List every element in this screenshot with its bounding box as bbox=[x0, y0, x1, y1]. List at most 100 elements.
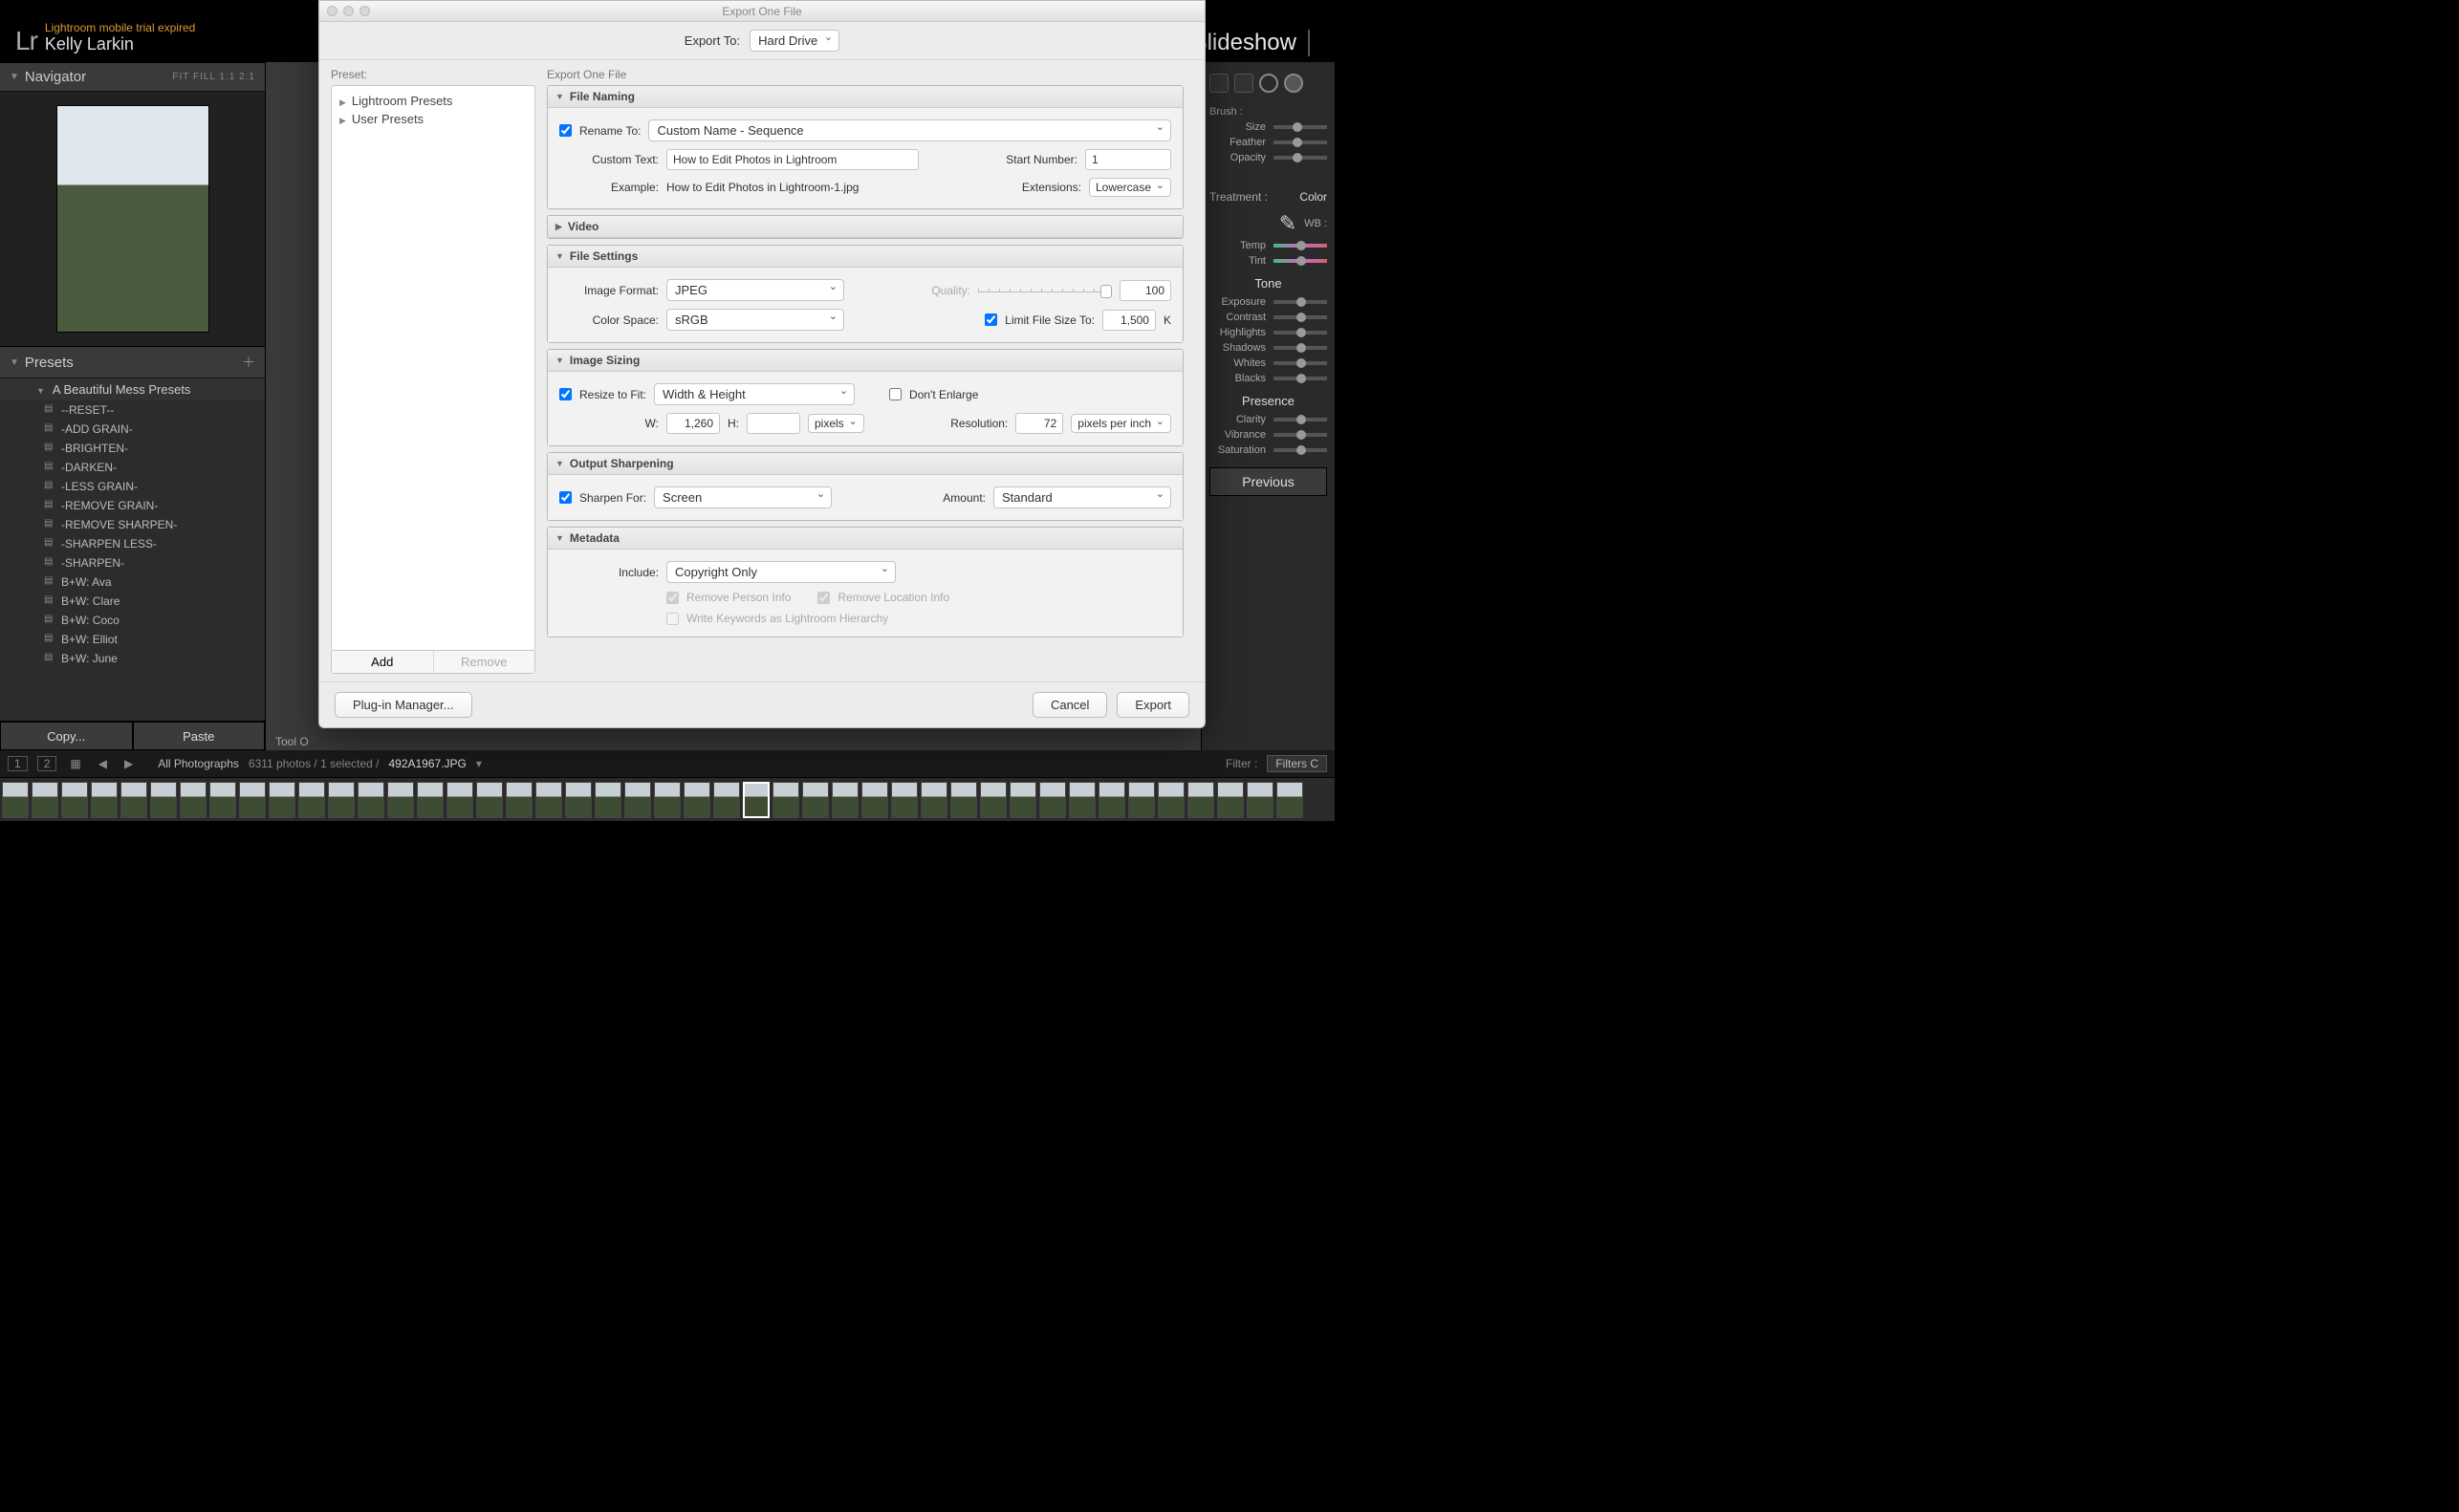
navigator-disclosure-icon[interactable]: ▼ bbox=[10, 72, 19, 82]
quality-slider[interactable] bbox=[978, 289, 1112, 292]
preset-tree[interactable]: Lightroom Presets User Presets bbox=[331, 85, 535, 651]
amount-select[interactable]: Standard bbox=[993, 486, 1171, 508]
collection-label[interactable]: All Photographs bbox=[158, 757, 239, 770]
size-slider[interactable]: Size bbox=[1209, 119, 1327, 135]
previous-button[interactable]: Previous bbox=[1209, 467, 1327, 496]
width-input[interactable] bbox=[666, 413, 720, 434]
add-preset-icon[interactable]: ＋ bbox=[242, 353, 255, 372]
filmstrip-thumb[interactable] bbox=[269, 782, 295, 818]
filters-button[interactable]: Filters C bbox=[1267, 755, 1327, 772]
filmstrip[interactable] bbox=[0, 777, 1335, 821]
file-naming-header[interactable]: ▼File Naming bbox=[548, 86, 1183, 108]
filmstrip-thumb[interactable] bbox=[654, 782, 681, 818]
preset-item[interactable]: --RESET-- bbox=[0, 400, 265, 420]
video-header[interactable]: ▶Video bbox=[548, 216, 1183, 238]
presets-disclosure-icon[interactable]: ▼ bbox=[10, 357, 19, 368]
preset-list[interactable]: --RESET-- -ADD GRAIN- -BRIGHTEN- -DARKEN… bbox=[0, 400, 265, 721]
filmstrip-thumb[interactable] bbox=[446, 782, 473, 818]
settings-scroll[interactable]: ▼File Naming Rename To: Custom Name - Se… bbox=[547, 85, 1193, 674]
filmstrip-thumb[interactable] bbox=[624, 782, 651, 818]
filmstrip-thumb[interactable] bbox=[1217, 782, 1244, 818]
export-to-select[interactable]: Hard Drive bbox=[750, 30, 839, 52]
paste-button[interactable]: Paste bbox=[133, 722, 266, 750]
filmstrip-thumb[interactable] bbox=[1128, 782, 1155, 818]
filmstrip-thumb[interactable] bbox=[980, 782, 1007, 818]
resolution-unit-select[interactable]: pixels per inch bbox=[1071, 414, 1171, 433]
plugin-manager-button[interactable]: Plug-in Manager... bbox=[335, 692, 472, 718]
preset-item[interactable]: -ADD GRAIN- bbox=[0, 420, 265, 439]
filmstrip-thumb[interactable] bbox=[180, 782, 207, 818]
preset-item[interactable]: B+W: June bbox=[0, 649, 265, 668]
filmstrip-thumb[interactable] bbox=[239, 782, 266, 818]
crop-tool-icon[interactable] bbox=[1209, 74, 1229, 93]
filmstrip-thumb[interactable] bbox=[209, 782, 236, 818]
metadata-header[interactable]: ▼Metadata bbox=[548, 528, 1183, 550]
preset-item[interactable]: -BRIGHTEN- bbox=[0, 439, 265, 458]
filmstrip-thumb[interactable] bbox=[298, 782, 325, 818]
filmstrip-thumb[interactable] bbox=[1069, 782, 1096, 818]
filmstrip-thumb[interactable] bbox=[565, 782, 592, 818]
blacks-slider[interactable]: Blacks bbox=[1209, 371, 1327, 386]
filmstrip-thumb[interactable] bbox=[1039, 782, 1066, 818]
sharpen-for-checkbox[interactable] bbox=[559, 491, 572, 504]
rename-to-checkbox[interactable] bbox=[559, 124, 572, 137]
feather-slider[interactable]: Feather bbox=[1209, 135, 1327, 150]
preset-item[interactable]: -REMOVE GRAIN- bbox=[0, 496, 265, 515]
filmstrip-thumb[interactable] bbox=[1247, 782, 1273, 818]
filmstrip-thumb[interactable] bbox=[91, 782, 118, 818]
preset-folder[interactable]: A Beautiful Mess Presets bbox=[0, 378, 265, 400]
filmstrip-thumb[interactable] bbox=[328, 782, 355, 818]
treatment-value[interactable]: Color bbox=[1299, 190, 1327, 204]
color-space-select[interactable]: sRGB bbox=[666, 309, 844, 331]
filmstrip-thumb[interactable] bbox=[1099, 782, 1125, 818]
filmstrip-thumb[interactable] bbox=[595, 782, 621, 818]
screen-1-button[interactable]: 1 bbox=[8, 756, 28, 771]
filmstrip-thumb[interactable] bbox=[120, 782, 147, 818]
filmstrip-thumb[interactable] bbox=[713, 782, 740, 818]
filmstrip-thumb[interactable] bbox=[506, 782, 533, 818]
filmstrip-thumb[interactable] bbox=[358, 782, 384, 818]
filmstrip-thumb[interactable] bbox=[891, 782, 918, 818]
filmstrip-thumb[interactable] bbox=[950, 782, 977, 818]
saturation-slider[interactable]: Saturation bbox=[1209, 443, 1327, 458]
filmstrip-thumb[interactable] bbox=[1187, 782, 1214, 818]
module-slideshow-label[interactable]: Slideshow bbox=[1192, 30, 1296, 56]
filmstrip-thumb[interactable] bbox=[535, 782, 562, 818]
adjustment-brush-icon[interactable] bbox=[1284, 74, 1303, 93]
prev-photo-icon[interactable]: ◀ bbox=[95, 757, 111, 770]
filmstrip-thumb[interactable] bbox=[61, 782, 88, 818]
selected-filename[interactable]: 492A1967.JPG bbox=[388, 757, 466, 770]
close-window-icon[interactable] bbox=[327, 6, 337, 16]
navigator-zoom-options[interactable]: FIT FILL 1:1 2:1 bbox=[172, 72, 255, 82]
preset-item[interactable]: B+W: Elliot bbox=[0, 630, 265, 649]
filmstrip-thumb[interactable] bbox=[684, 782, 710, 818]
filmstrip-thumb[interactable] bbox=[773, 782, 799, 818]
eyedropper-icon[interactable]: ✎ bbox=[1279, 211, 1296, 236]
dont-enlarge-checkbox[interactable] bbox=[889, 388, 902, 400]
whites-slider[interactable]: Whites bbox=[1209, 356, 1327, 371]
rename-to-select[interactable]: Custom Name - Sequence bbox=[648, 119, 1171, 141]
preset-item[interactable]: -DARKEN- bbox=[0, 458, 265, 477]
zoom-window-icon[interactable] bbox=[359, 6, 370, 16]
filmstrip-thumb[interactable] bbox=[802, 782, 829, 818]
grid-view-icon[interactable]: ▦ bbox=[66, 757, 84, 770]
custom-text-input[interactable] bbox=[666, 149, 919, 170]
preset-item[interactable]: B+W: Coco bbox=[0, 611, 265, 630]
limit-filesize-checkbox[interactable] bbox=[985, 313, 997, 326]
filmstrip-thumb[interactable] bbox=[476, 782, 503, 818]
vibrance-slider[interactable]: Vibrance bbox=[1209, 427, 1327, 443]
preset-item[interactable]: -REMOVE SHARPEN- bbox=[0, 515, 265, 534]
filmstrip-thumb[interactable] bbox=[1276, 782, 1303, 818]
extensions-select[interactable]: Lowercase bbox=[1089, 178, 1171, 197]
filmstrip-thumb[interactable] bbox=[32, 782, 58, 818]
start-number-input[interactable] bbox=[1085, 149, 1171, 170]
height-input[interactable] bbox=[747, 413, 800, 434]
cancel-button[interactable]: Cancel bbox=[1033, 692, 1107, 718]
copy-button[interactable]: Copy... bbox=[0, 722, 133, 750]
quality-input[interactable] bbox=[1120, 280, 1171, 301]
presets-header[interactable]: ▼ Presets ＋ bbox=[0, 347, 265, 378]
filmstrip-thumb[interactable] bbox=[387, 782, 414, 818]
preset-item[interactable]: B+W: Ava bbox=[0, 572, 265, 592]
preset-tree-item[interactable]: Lightroom Presets bbox=[339, 92, 527, 110]
next-photo-icon[interactable]: ▶ bbox=[120, 757, 137, 770]
